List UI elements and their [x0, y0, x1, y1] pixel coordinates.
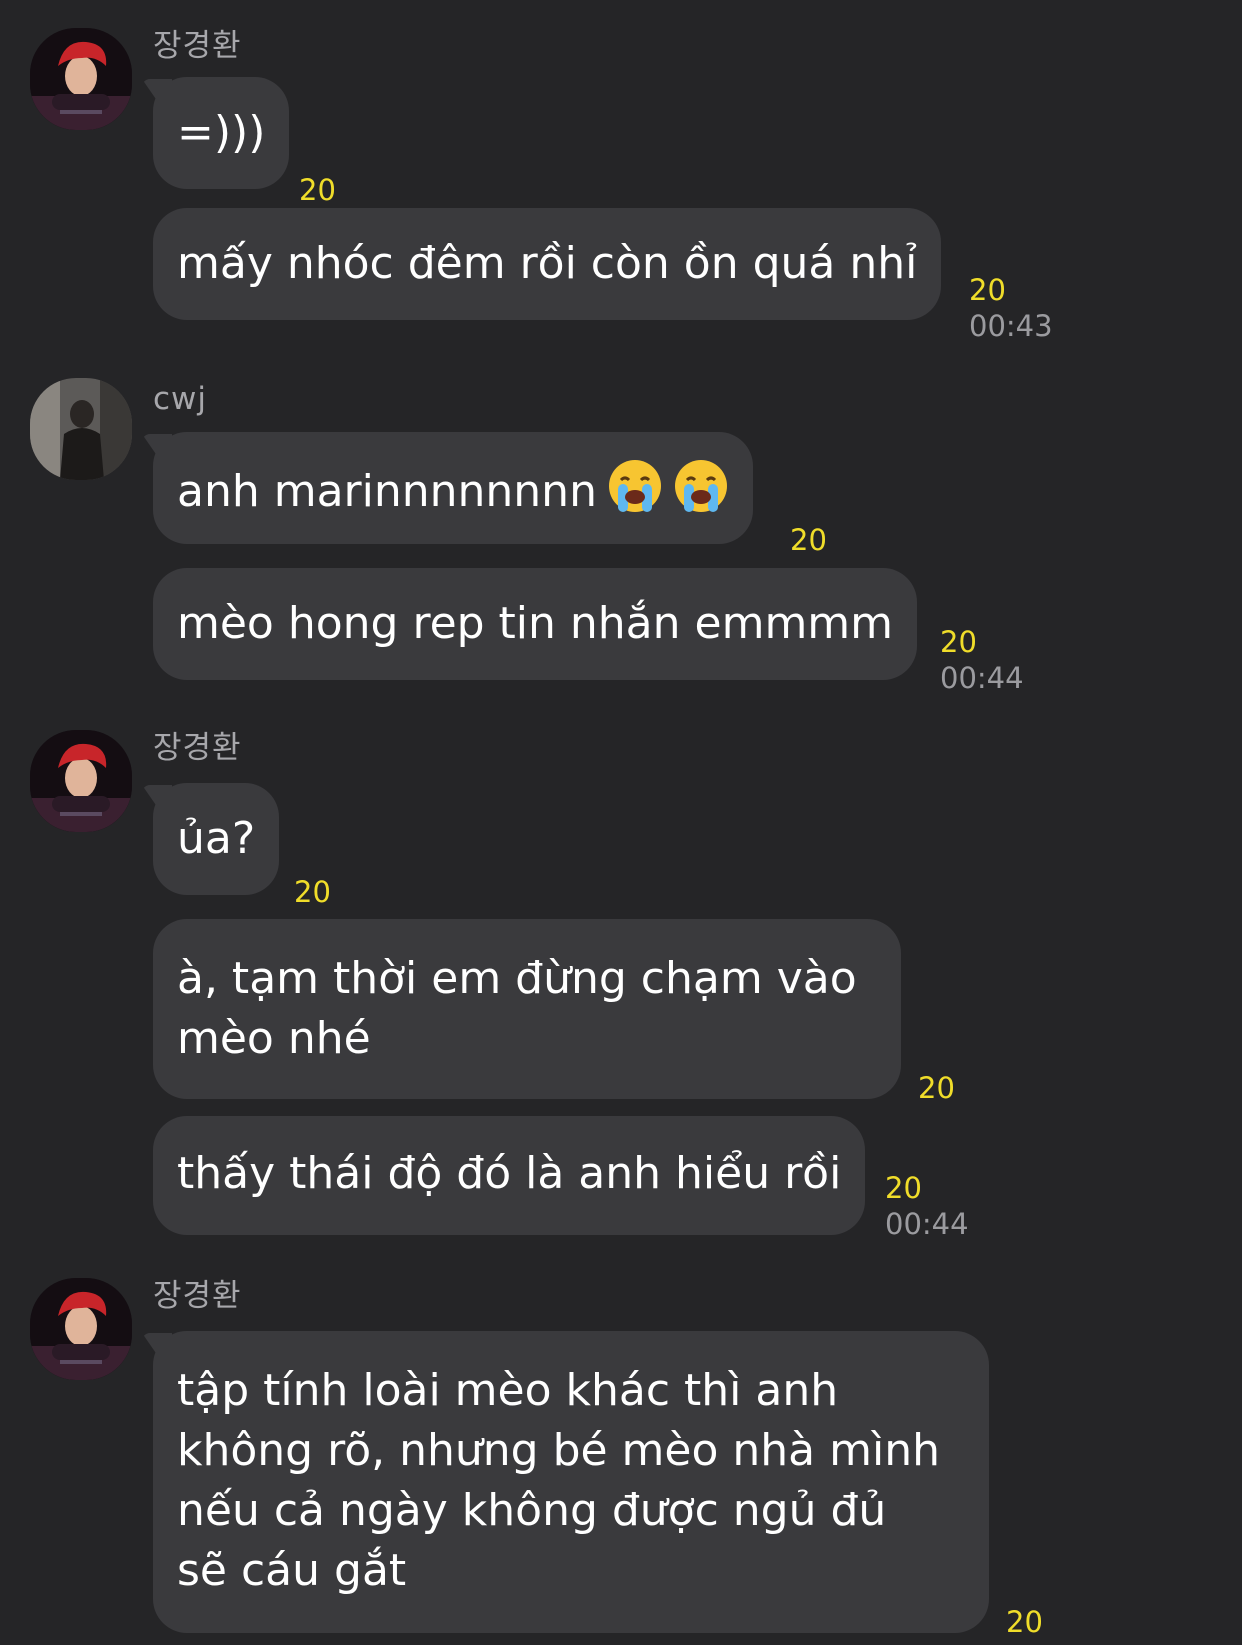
chat-screen: 장경환 =))) 20 mấy nhóc đêm rồi còn ồn quá … [0, 0, 1242, 1645]
unread-count: 20 [918, 1071, 955, 1105]
loudly-crying-face-icon [607, 458, 663, 514]
loudly-crying-face-icon [673, 458, 729, 514]
sender-avatar[interactable] [30, 378, 132, 480]
message-bubble[interactable]: =))) [153, 77, 290, 189]
message-text: mèo hong rep tin nhắn emmmm [177, 598, 894, 649]
message-bubble[interactable]: mèo hong rep tin nhắn emmmm [153, 568, 918, 680]
red-hair-profile-avatar [30, 1278, 132, 1380]
message-meta: 20 [299, 172, 336, 208]
sender-avatar[interactable] [30, 730, 132, 832]
unread-count: 20 [969, 273, 1006, 307]
message-text: mấy nhóc đêm rồi còn ồn quá nhỉ [177, 238, 918, 289]
message-bubble[interactable]: à, tạm thời em đừng chạm vào mèo nhé [153, 919, 901, 1099]
message-timestamp: 00:43 [969, 309, 1053, 343]
message-meta: 20 00:44 [940, 624, 1024, 696]
message-bubble[interactable]: ủa? [153, 783, 280, 895]
sender-name: 장경환 [153, 1278, 242, 1314]
message-text: à, tạm thời em đừng chạm vào mèo nhé [177, 953, 857, 1064]
message-meta: 20 [918, 1070, 955, 1106]
message-bubble[interactable]: mấy nhóc đêm rồi còn ồn quá nhỉ [153, 208, 942, 320]
message-bubble[interactable]: anh marinnnnnnnn [153, 432, 753, 544]
message-meta: 20 [294, 874, 331, 910]
message-text-wrap: anh marinnnnnnnn [177, 458, 729, 522]
sender-avatar[interactable] [30, 1278, 132, 1380]
message-timestamp: 00:44 [940, 661, 1024, 695]
message-meta: 20 00:44 [885, 1170, 969, 1242]
message-text: tập tính loài mèo khác thì anh không rõ,… [177, 1365, 940, 1596]
message-bubble[interactable]: tập tính loài mèo khác thì anh không rõ,… [153, 1331, 989, 1633]
unread-count: 20 [1006, 1605, 1043, 1639]
message-meta: 20 [790, 522, 827, 558]
red-hair-profile-avatar [30, 730, 132, 832]
message-timestamp: 00:44 [885, 1207, 969, 1241]
message-meta: 20 [1006, 1604, 1043, 1640]
message-bubble[interactable]: thấy thái độ đó là anh hiểu rồi [153, 1116, 866, 1235]
sender-name: 장경환 [153, 730, 242, 766]
message-text: =))) [177, 107, 266, 158]
unread-count: 20 [294, 875, 331, 909]
message-text: ủa? [177, 813, 256, 864]
unread-count: 20 [940, 625, 977, 659]
dark-photo-profile-avatar [30, 378, 132, 480]
sender-name: cwj [153, 381, 208, 417]
message-meta: 20 00:43 [969, 272, 1053, 344]
unread-count: 20 [299, 173, 336, 207]
sender-name: 장경환 [153, 28, 242, 64]
unread-count: 20 [790, 523, 827, 557]
red-hair-profile-avatar [30, 28, 132, 130]
unread-count: 20 [885, 1171, 922, 1205]
message-text: thấy thái độ đó là anh hiểu rồi [177, 1148, 842, 1199]
sender-avatar[interactable] [30, 28, 132, 130]
message-text: anh marinnnnnnnn [177, 466, 597, 517]
